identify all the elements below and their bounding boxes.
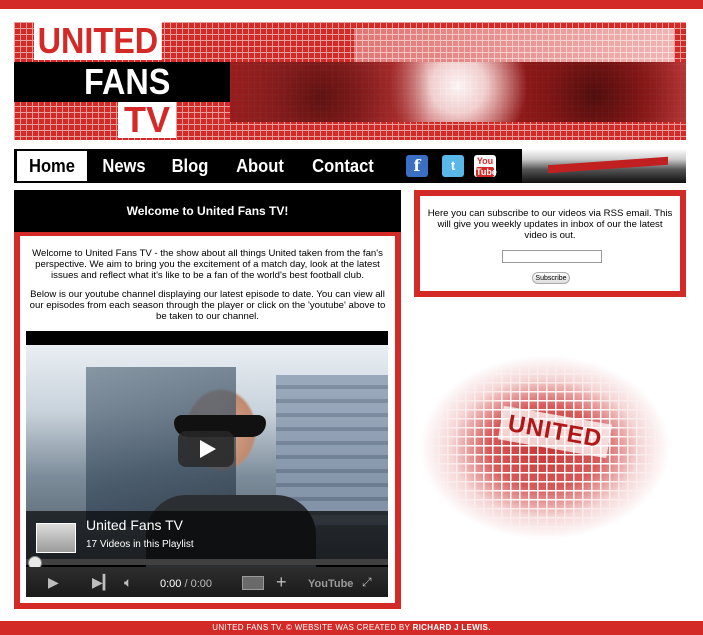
- nav-contact[interactable]: Contact: [311, 149, 375, 183]
- logo-fans: FANS: [84, 61, 171, 102]
- current-time: 0:00: [160, 578, 182, 590]
- site-banner: UNITED FANS TV: [14, 22, 686, 140]
- playlist-overlay[interactable]: United Fans TV 17 Videos in this Playlis…: [26, 511, 388, 559]
- time-display: 0:00 / 0:00: [160, 575, 212, 593]
- youtube-icon[interactable]: You Tube: [474, 155, 497, 177]
- playlist-thumbnail[interactable]: [36, 523, 76, 553]
- intro-paragraph: Welcome to United Fans TV - the show abo…: [32, 248, 383, 281]
- main-nav: Home News Blog About Contact f t You Tub…: [14, 149, 686, 183]
- welcome-heading: Welcome to United Fans TV!: [14, 190, 401, 232]
- progress-bar[interactable]: [26, 559, 388, 565]
- screen-size-icon[interactable]: [242, 576, 264, 590]
- subscribe-text: Here you can subscribe to our videos via…: [427, 208, 673, 241]
- nav-home[interactable]: Home: [17, 151, 87, 181]
- channel-paragraph: Below is our youtube channel displaying …: [29, 289, 386, 322]
- logo-united: UNITED: [34, 22, 162, 60]
- logo-tv: TV: [118, 102, 177, 138]
- nav-news[interactable]: News: [100, 149, 148, 183]
- facebook-icon[interactable]: f: [406, 155, 428, 177]
- nav-blog[interactable]: Blog: [170, 149, 210, 183]
- playlist-subtitle: 17 Videos in this Playlist: [86, 539, 194, 550]
- youtube-icon-top: You: [476, 156, 494, 166]
- top-border: [0, 0, 703, 9]
- welcome-panel: Welcome to United Fans TV! Welcome to Un…: [14, 190, 401, 609]
- stadium-sign: [548, 156, 668, 174]
- email-field[interactable]: [502, 250, 602, 263]
- youtube-logo-button[interactable]: YouTube: [308, 575, 353, 593]
- subscribe-content: Here you can subscribe to our videos via…: [420, 196, 680, 291]
- add-icon[interactable]: +: [276, 573, 287, 591]
- player-controls: ▶ ▶▎ 🔈︎ 0:00 / 0:00 + YouTube ⤢: [26, 567, 388, 597]
- play-icon[interactable]: ▶: [48, 573, 59, 591]
- banner-crowd-image-top: [354, 28, 674, 62]
- footer: UNITED FANS TV. © WEBSITE WAS CREATED BY…: [0, 621, 703, 635]
- footer-text: UNITED FANS TV. © WEBSITE WAS CREATED BY: [212, 623, 413, 632]
- subscribe-panel: Here you can subscribe to our videos via…: [414, 190, 686, 297]
- youtube-icon-bottom: Tube: [476, 167, 497, 177]
- time-separator: /: [181, 578, 191, 590]
- nav-stadium-image: [522, 149, 686, 183]
- next-icon[interactable]: ▶▎: [92, 573, 114, 591]
- playlist-title[interactable]: United Fans TV: [86, 517, 183, 533]
- welcome-content: Welcome to United Fans TV - the show abo…: [20, 236, 395, 603]
- duration: 0:00: [190, 578, 213, 590]
- twitter-icon[interactable]: t: [442, 155, 464, 177]
- youtube-player[interactable]: United Fans TV 17 Videos in this Playlis…: [26, 331, 388, 597]
- banner-crowd-image: [230, 62, 686, 122]
- fans-banner-image: UNITED: [420, 355, 670, 540]
- volume-icon[interactable]: 🔈︎: [124, 573, 132, 591]
- play-overlay-button[interactable]: [178, 431, 234, 467]
- nav-about[interactable]: About: [234, 149, 286, 183]
- fullscreen-icon[interactable]: ⤢: [362, 573, 372, 591]
- subscribe-button[interactable]: Subscribe: [532, 272, 570, 284]
- footer-author: RICHARD J LEWIS.: [412, 623, 491, 632]
